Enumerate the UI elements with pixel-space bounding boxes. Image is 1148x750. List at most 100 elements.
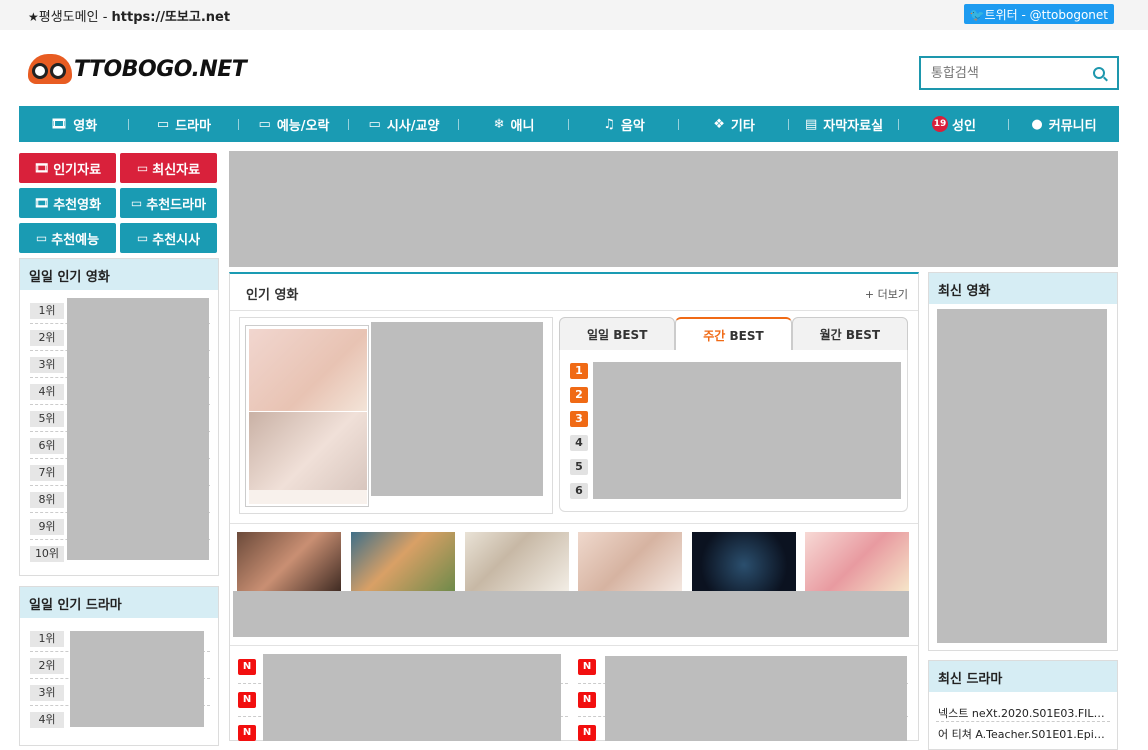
top-bar: ★평생도메인 - https://또보고.net 🐦트위터 - @ttobogo… <box>0 0 1148 30</box>
search-box <box>919 56 1119 90</box>
document-icon: ▤ <box>804 116 818 132</box>
rec-current-button[interactable]: ▭ 추천시사 <box>120 223 217 253</box>
movie-thumbnail[interactable] <box>578 532 682 592</box>
nav-current-affairs[interactable]: ▭ 시사/교양 <box>349 106 459 142</box>
tab-daily-best[interactable]: 일일 BEST <box>559 317 676 351</box>
domain-url[interactable]: https://또보고.net <box>112 10 231 25</box>
popular-button[interactable]: 🎞 인기자료 <box>19 153 116 183</box>
nav-variety[interactable]: ▭ 예능/오락 <box>239 106 349 142</box>
new-badge: N <box>238 725 256 741</box>
rank-label: 4위 <box>30 384 64 400</box>
site-logo[interactable]: TTOBOGO.NET <box>28 54 247 84</box>
list-item[interactable]: 넥스트 neXt.2020.S01E03.FILE.… <box>938 705 1108 721</box>
rank-label: 3위 <box>30 357 64 373</box>
domain-notice: ★평생도메인 - https://또보고.net <box>28 10 231 25</box>
film-icon: 🎞 <box>33 161 50 175</box>
rank-number: 2 <box>570 387 588 403</box>
rank-number: 6 <box>570 483 588 499</box>
music-icon: ♫ <box>603 116 615 132</box>
rank-label: 8위 <box>30 492 64 508</box>
rank-label: 3위 <box>30 685 64 701</box>
nav-community[interactable]: ● 커뮤니티 <box>1009 106 1119 142</box>
nav-anime[interactable]: ❄ 애니 <box>459 106 569 142</box>
latest-button[interactable]: ▭ 최신자료 <box>120 153 217 183</box>
logo-mascot-icon <box>28 54 72 84</box>
new-badge: N <box>238 692 256 708</box>
film-icon: 🎞 <box>50 116 68 132</box>
search-input[interactable] <box>921 58 1081 88</box>
thumbnail-captions-placeholder[interactable] <box>233 591 909 637</box>
rank-label: 9위 <box>30 519 64 535</box>
panel-title: 최신 드라마 <box>929 661 1117 692</box>
best-tabs: 일일 BEST 주간 BEST 월간 BEST <box>559 317 908 351</box>
rec-variety-button[interactable]: ▭ 추천예능 <box>19 223 116 253</box>
star-icon: ★ <box>28 10 39 24</box>
movie-thumbnail[interactable] <box>351 532 455 592</box>
daily-movie-panel: 일일 인기 영화 1위 2위 3위 4위 5위 6위 7위 8위 9위 10위 <box>19 258 219 576</box>
monitor-icon: ▭ <box>368 116 381 132</box>
new-badge: N <box>578 659 596 675</box>
twitter-link[interactable]: 🐦트위터 - @ttobogonet <box>963 4 1114 24</box>
banner-ad[interactable] <box>229 151 1118 267</box>
rank-label: 1위 <box>30 631 64 647</box>
film-icon: 🎞 <box>33 196 50 210</box>
nav-drama[interactable]: ▭ 드라마 <box>129 106 239 142</box>
panel-title: 최신 영화 <box>929 273 1117 304</box>
movie-thumbnail[interactable] <box>692 532 796 592</box>
rank-label: 6위 <box>30 438 64 454</box>
tab-monthly-best[interactable]: 월간 BEST <box>791 317 908 351</box>
movie-thumbnail[interactable] <box>237 532 341 592</box>
rank-label: 7위 <box>30 465 64 481</box>
panel-title: 일일 인기 드라마 <box>20 587 218 618</box>
nav-subtitles[interactable]: ▤ 자막자료실 <box>789 106 899 142</box>
rank-label: 2위 <box>30 658 64 674</box>
nav-movie[interactable]: 🎞 영화 <box>19 106 129 142</box>
search-icon[interactable] <box>1093 67 1105 79</box>
monitor-icon: ▭ <box>136 161 149 175</box>
nav-adult[interactable]: 19 성인 <box>899 106 1009 142</box>
featured-movie-info[interactable] <box>371 322 543 496</box>
movie-thumbnail[interactable] <box>465 532 569 592</box>
ranking-list-placeholder[interactable] <box>70 631 204 727</box>
list-item[interactable]: 어 티쳐 A.Teacher.S01E01.Epi… <box>938 726 1108 742</box>
main-nav: 🎞 영화 ▭ 드라마 ▭ 예능/오락 ▭ 시사/교양 ❄ 애니 ♫ 음악 ❖ 기타 ▤ 자막자료… <box>19 106 1119 142</box>
rank-label: 2위 <box>30 330 64 346</box>
monitor-icon: ▭ <box>136 231 149 245</box>
panel-title: 일일 인기 영화 <box>20 259 218 290</box>
monitor-icon: ▭ <box>130 196 143 210</box>
twitter-icon: 🐦 <box>969 8 985 22</box>
rank-number: 5 <box>570 459 588 475</box>
rank-label: 4위 <box>30 712 64 728</box>
rank-number: 3 <box>570 411 588 427</box>
tab-weekly-best[interactable]: 주간 BEST <box>675 317 792 351</box>
monitor-icon: ▭ <box>258 116 271 132</box>
rank-number: 4 <box>570 435 588 451</box>
monitor-icon: ▭ <box>156 116 170 132</box>
ranking-list-placeholder[interactable] <box>67 298 209 560</box>
new-badge: N <box>238 659 256 675</box>
new-badge: N <box>578 692 596 708</box>
snowflake-icon: ❄ <box>493 116 505 132</box>
new-list-placeholder[interactable] <box>263 654 561 741</box>
best-list-placeholder[interactable] <box>593 362 901 499</box>
new-badge: N <box>578 725 596 741</box>
nav-music[interactable]: ♫ 음악 <box>569 106 679 142</box>
rank-label: 1위 <box>30 303 64 319</box>
age-19-icon: 19 <box>932 116 949 132</box>
nav-etc[interactable]: ❖ 기타 <box>679 106 789 142</box>
movie-poster[interactable] <box>245 325 369 507</box>
latest-movie-placeholder[interactable] <box>937 309 1107 643</box>
rank-label: 10위 <box>30 546 64 562</box>
rec-drama-button[interactable]: ▭ 추천드라마 <box>120 188 217 218</box>
latest-movie-panel: 최신 영화 <box>928 272 1118 651</box>
panel-title: 인기 영화 <box>246 288 299 303</box>
movie-thumbnail[interactable] <box>805 532 909 592</box>
chat-icon: ● <box>1031 116 1043 132</box>
cubes-icon: ❖ <box>713 116 725 132</box>
more-link[interactable]: + 더보기 <box>865 286 908 302</box>
daily-drama-panel: 일일 인기 드라마 1위 2위 3위 4위 <box>19 586 219 746</box>
rank-number: 1 <box>570 363 588 379</box>
new-list-placeholder[interactable] <box>605 656 907 741</box>
site-header: TTOBOGO.NET <box>0 30 1148 104</box>
rec-movie-button[interactable]: 🎞 추천영화 <box>19 188 116 218</box>
